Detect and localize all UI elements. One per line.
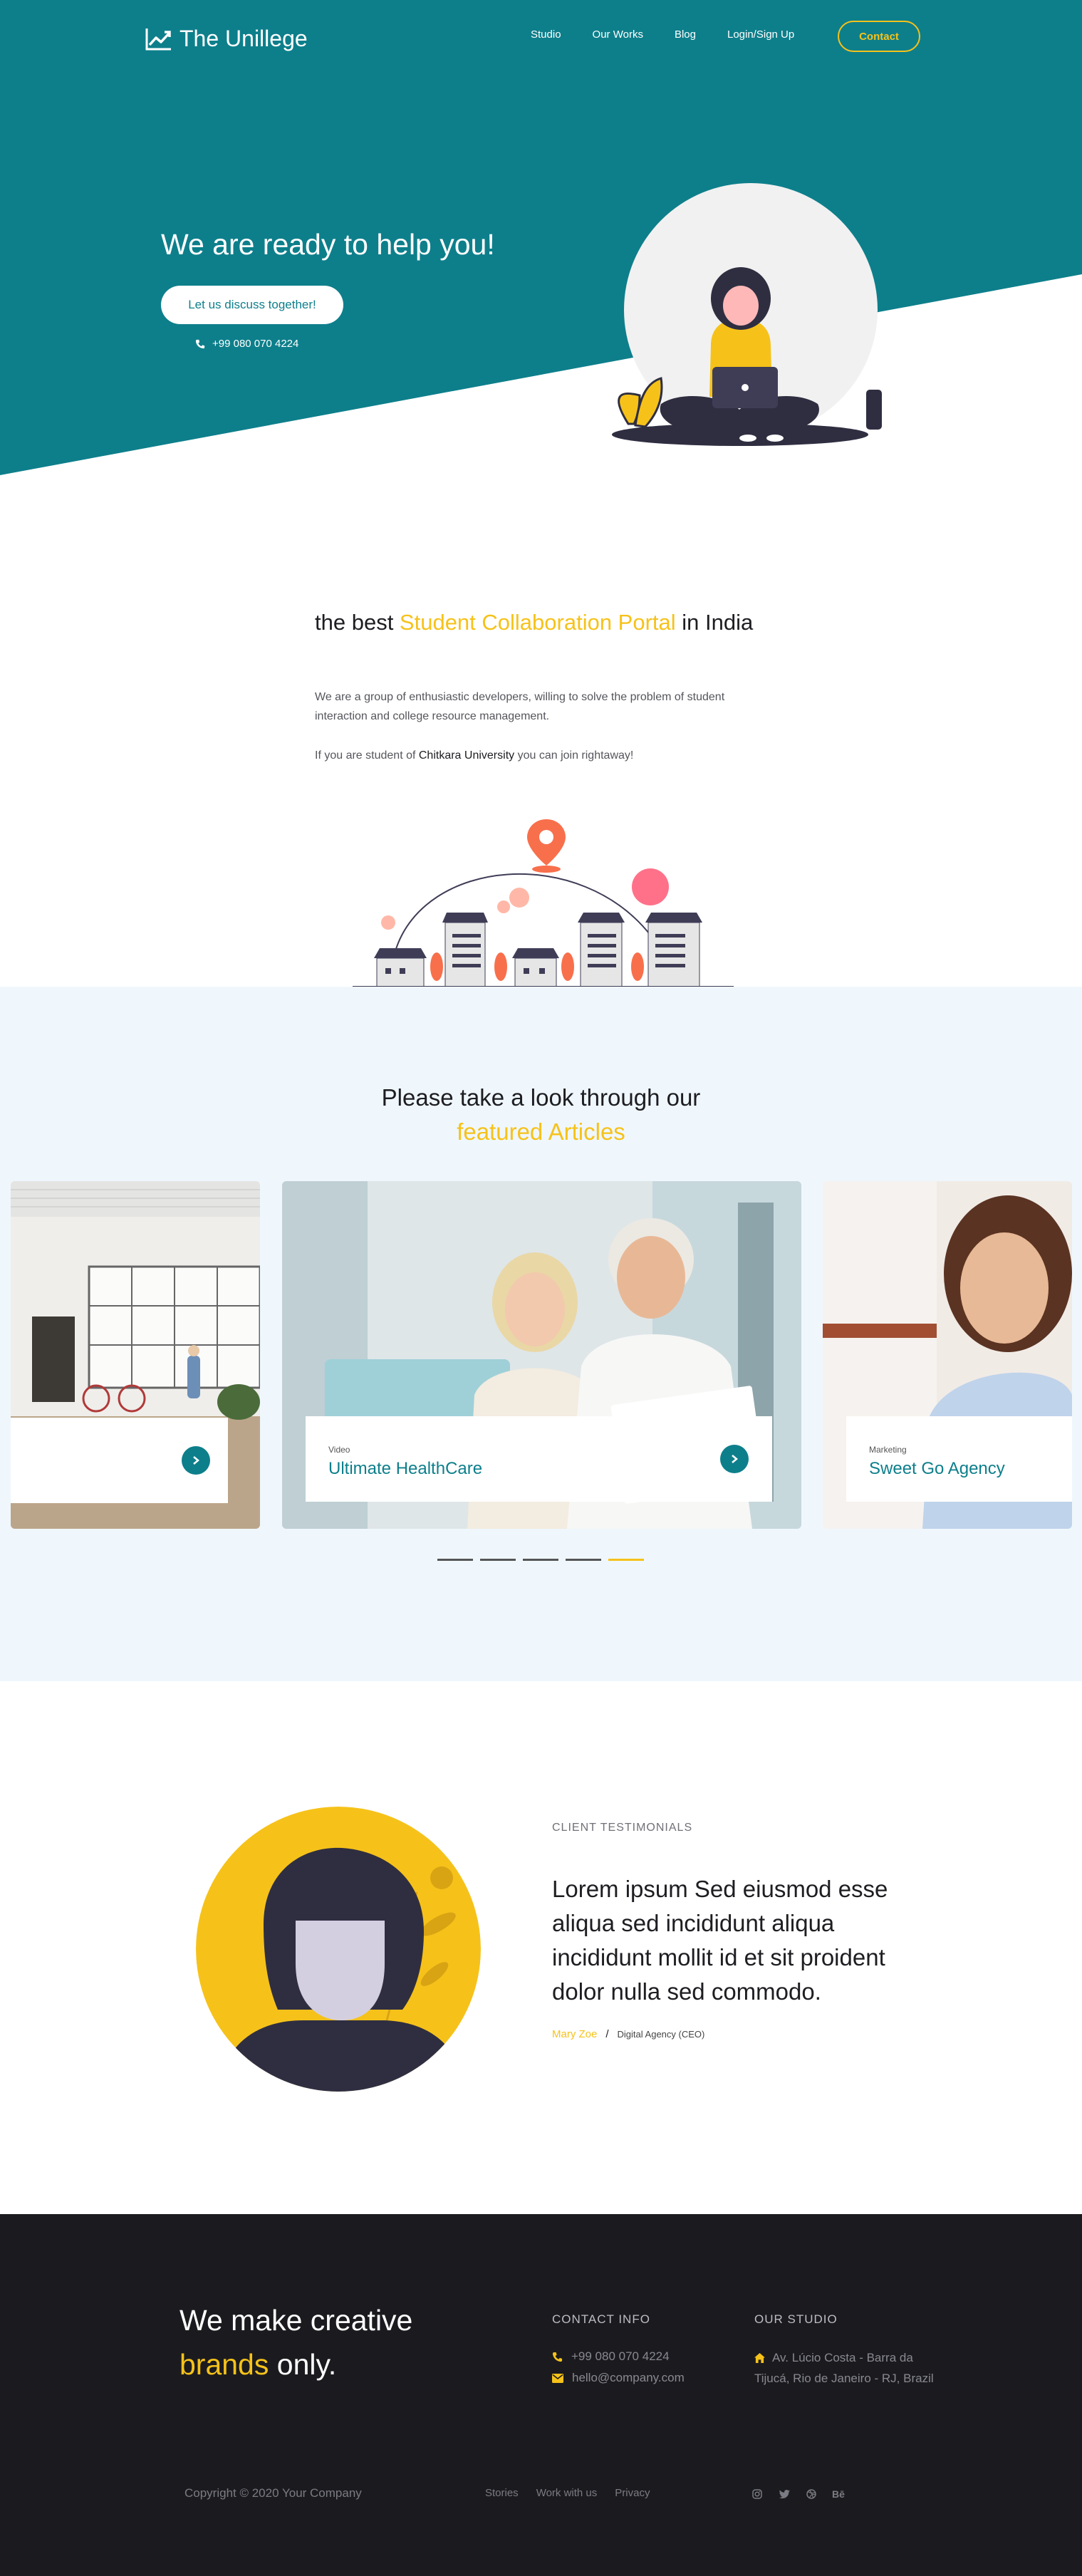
behance-icon[interactable]: Bē — [831, 2486, 846, 2502]
footer-email[interactable]: hello@company.com — [552, 2371, 685, 2385]
article-arrow-button[interactable] — [720, 1445, 749, 1473]
client-avatar-illustration — [196, 1807, 481, 2092]
testimonials-kicker: CLIENT TESTIMONIALS — [552, 1822, 693, 1834]
university-name: Chitkara University — [418, 749, 515, 762]
article-card-info — [11, 1418, 228, 1503]
carousel-pagination — [437, 1559, 651, 1561]
city-map-pin-illustration — [353, 819, 734, 987]
article-arrow-button[interactable] — [182, 1446, 210, 1475]
article-card-info: Marketing Sweet Go Agency — [846, 1416, 1072, 1502]
testimonial-quote: Lorem ipsum Sed eiusmod esse aliqua sed … — [552, 1876, 888, 2005]
join-text-pre: If you are student of — [315, 749, 419, 762]
footer-phone[interactable]: +99 080 070 4224 — [552, 2349, 670, 2364]
footer-links: Stories Work with us Privacy — [485, 2487, 667, 2499]
envelope-icon — [552, 2373, 563, 2383]
logo[interactable]: The Unillege — [145, 26, 308, 52]
copyright: Copyright © 2020 Your Company — [184, 2486, 362, 2500]
article-card-healthcare[interactable]: Video Ultimate HealthCare — [282, 1181, 801, 1529]
home-icon — [754, 2353, 765, 2363]
testimonial-author: Mary Zoe / Digital Agency (CEO) — [552, 2028, 704, 2040]
carousel-dot[interactable] — [437, 1559, 473, 1561]
discuss-together-button[interactable]: Let us discuss together! — [161, 286, 343, 324]
carousel-dot[interactable] — [523, 1559, 558, 1561]
about-description: We are a group of enthusiastic developer… — [315, 691, 725, 722]
article-card-agency[interactable]: Marketing Sweet Go Agency — [823, 1181, 1072, 1529]
slogan-accent: brands — [180, 2348, 269, 2381]
author-role: Digital Agency (CEO) — [617, 2029, 705, 2040]
footer-slogan: We make creative brands only. — [180, 2298, 412, 2387]
top-navbar: The Unillege Studio Our Works Blog Login… — [0, 0, 1082, 75]
article-title: Ultimate HealthCare — [328, 1459, 483, 1478]
social-links: Bē — [749, 2486, 858, 2502]
join-text-post: you can join rightaway! — [514, 749, 634, 762]
phone-icon — [552, 2352, 563, 2362]
phone-icon — [195, 339, 205, 348]
about-title: the best Student Collaboration Portal in… — [315, 606, 813, 640]
contact-button[interactable]: Contact — [838, 21, 920, 52]
slogan-line2: brands only. — [180, 2342, 412, 2387]
about-title-pre: the best — [315, 610, 400, 635]
hero-title: We are ready to help you! — [161, 228, 495, 261]
contact-info-title: CONTACT INFO — [552, 2312, 650, 2326]
about-join-text: If you are student of Chitkara Universit… — [315, 746, 756, 765]
carousel-dot[interactable] — [480, 1559, 516, 1561]
nav-link-studio[interactable]: Studio — [531, 28, 561, 41]
dribbble-icon[interactable] — [803, 2486, 819, 2502]
woman-with-laptop-illustration — [612, 183, 882, 446]
nav-link-blog[interactable]: Blog — [675, 28, 696, 41]
studio-address-text: Av. Lúcio Costa - Barra da Tijucá, Rio d… — [754, 2351, 934, 2385]
studio-address: Av. Lúcio Costa - Barra da Tijucá, Rio d… — [754, 2347, 940, 2389]
hero-section: We are ready to help you! Let us discuss… — [0, 75, 1082, 502]
footer-email-address: hello@company.com — [572, 2371, 685, 2384]
our-studio-title: OUR STUDIO — [754, 2312, 838, 2326]
articles-title-line1: Please take a look through our — [381, 1084, 701, 1111]
about-title-post: in India — [675, 610, 754, 635]
article-category: Video — [328, 1445, 350, 1455]
hero-teal-background — [0, 75, 1082, 475]
carousel-dot-active[interactable] — [608, 1559, 644, 1561]
instagram-icon[interactable] — [749, 2486, 765, 2502]
article-card-office[interactable] — [11, 1181, 260, 1529]
twitter-icon[interactable] — [776, 2486, 792, 2502]
article-title: Sweet Go Agency — [869, 1459, 1005, 1478]
footer-phone-number: +99 080 070 4224 — [571, 2349, 670, 2363]
footer-link-stories[interactable]: Stories — [485, 2487, 519, 2499]
author-name: Mary Zoe — [552, 2028, 598, 2040]
articles-title-line2: featured Articles — [457, 1118, 625, 1145]
hero-phone[interactable]: +99 080 070 4224 — [195, 338, 298, 350]
hero-phone-number: +99 080 070 4224 — [212, 338, 299, 350]
carousel-dot[interactable] — [566, 1559, 601, 1561]
author-separator: / — [605, 2028, 609, 2040]
featured-articles-section: Please take a look through our featured … — [0, 987, 1082, 1681]
about-section: the best Student Collaboration Portal in… — [0, 502, 1082, 987]
footer: We make creative brands only. CONTACT IN… — [0, 2214, 1082, 2576]
chevron-right-icon — [193, 1456, 199, 1465]
articles-title: Please take a look through our featured … — [0, 1081, 1082, 1149]
chevron-right-icon — [732, 1455, 738, 1463]
footer-link-privacy[interactable]: Privacy — [615, 2487, 650, 2499]
nav-links: Studio Our Works Blog Login/Sign Up — [531, 28, 826, 41]
about-title-accent: Student Collaboration Portal — [399, 610, 676, 635]
testimonials-section: CLIENT TESTIMONIALS Lorem ipsum Sed eius… — [0, 1681, 1082, 2214]
slogan-line1: We make creative — [180, 2304, 413, 2337]
slogan-post: only. — [269, 2348, 337, 2381]
nav-link-login-signup[interactable]: Login/Sign Up — [727, 28, 794, 41]
article-category: Marketing — [869, 1445, 907, 1455]
chart-line-icon — [145, 28, 171, 50]
article-card-info: Video Ultimate HealthCare — [306, 1416, 772, 1502]
footer-link-work-with-us[interactable]: Work with us — [536, 2487, 598, 2499]
nav-link-our-works[interactable]: Our Works — [593, 28, 643, 41]
logo-text: The Unillege — [180, 26, 308, 51]
